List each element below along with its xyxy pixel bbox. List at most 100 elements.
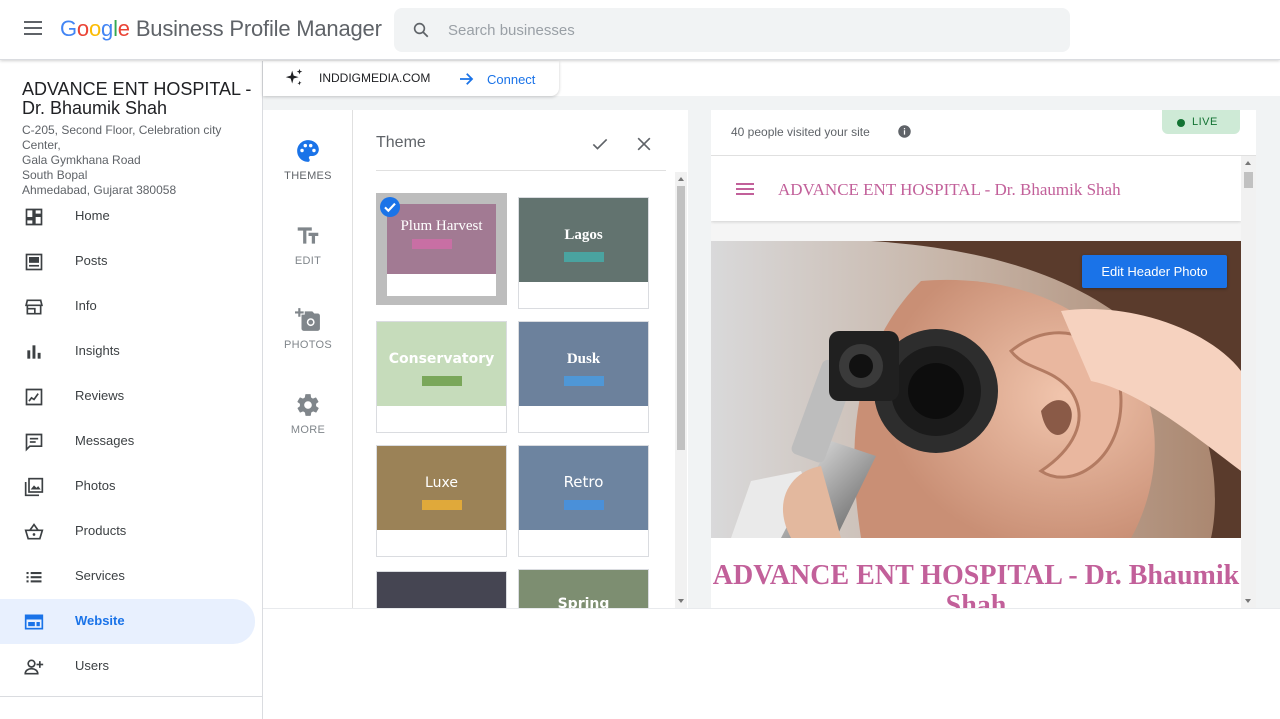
sidebar-item-website[interactable]: Website [0,599,255,644]
rate-review-icon [25,388,43,406]
sidebar-item-label: Insights [75,343,120,358]
theme-card-luxe[interactable]: Luxe [376,445,507,557]
live-dot-icon [1177,119,1185,127]
theme-accent-bar [412,239,452,249]
tool-more[interactable]: MORE [263,392,353,436]
list-icon [26,572,42,583]
live-status-badge: LIVE [1162,110,1240,134]
tool-label: THEMES [284,170,332,182]
sidebar-item-reviews[interactable]: Reviews [0,374,255,419]
site-title: ADVANCE ENT HOSPITAL - Dr. Bhaumik Shah [778,180,1121,199]
business-name: ADVANCE ENT HOSPITAL - Dr. Bhaumik Shah [22,79,252,118]
scroll-up-icon[interactable] [1245,161,1251,165]
theme-card-dusk[interactable]: Dusk [518,321,649,433]
theme-card-spring[interactable]: Spring [518,569,649,608]
sidebar-divider [0,696,263,697]
sidebar-item-home[interactable]: Home [0,194,255,239]
theme-card-conservatory[interactable]: Conservatory [376,321,507,433]
chat-icon [25,433,43,452]
panel-divider [376,170,666,171]
scrollbar-thumb[interactable] [1244,172,1253,188]
theme-card-footer [387,274,496,296]
search-input[interactable] [448,8,1048,52]
main-menu-icon[interactable] [24,21,42,35]
gear-icon [297,394,319,416]
sparkle-icon [285,68,303,86]
connect-label: Connect [487,72,536,87]
person-add-icon [24,659,44,675]
site-preview-frame: ADVANCE ENT HOSPITAL - Dr. Bhaumik Shah [711,156,1241,608]
sidebar-item-services[interactable]: Services [0,554,255,599]
scroll-down-icon[interactable] [1245,599,1251,603]
top-app-bar: Google Business Profile Manager [0,0,1280,60]
theme-card-lagos[interactable]: Lagos [518,197,649,309]
scroll-up-icon[interactable] [678,177,684,181]
logo-letter: e [117,16,130,41]
sidebar-item-info[interactable]: Info [0,284,255,329]
photo-library-icon [24,477,44,497]
theme-card-retro[interactable]: Retro [518,445,649,557]
sidebar-item-label: Services [75,568,125,583]
preview-scrollbar[interactable] [1241,156,1256,608]
sidebar-item-products[interactable]: Products [0,509,255,554]
add-photo-icon [295,308,320,331]
sidebar-item-messages[interactable]: Messages [0,419,255,464]
domain-connect-bar: INDDIGMEDIA.COM Connect [263,61,559,96]
sidebar-item-label: Reviews [75,388,125,403]
theme-name: Lagos [564,227,603,243]
theme-accent-bar [422,500,462,510]
search-box[interactable] [394,8,1070,52]
visits-count: 40 people visited your site [731,125,870,139]
page-bottom-area [263,608,1280,719]
theme-name: Plum Harvest [400,218,483,234]
sidebar-item-label: Users [75,658,109,673]
sidebar-item-label: Messages [75,433,135,448]
theme-panel: Theme Plum Harvest Lagos Conservatory Du… [353,110,688,608]
tool-edit[interactable]: EDIT [263,223,353,267]
panel-title: Theme [376,134,426,151]
sidebar-nav: Home Posts Info Insights Reviews Message… [0,194,263,689]
website-preview: 40 people visited your site LIVE ADVANCE… [711,110,1256,608]
sidebar: ADVANCE ENT HOSPITAL - Dr. Bhaumik Shah … [0,61,263,719]
tool-label: PHOTOS [283,339,333,351]
logo-letter: o [76,16,89,41]
close-icon[interactable] [634,134,654,154]
site-menu-icon[interactable] [736,183,754,195]
store-icon [25,299,43,315]
tool-photos[interactable]: PHOTOS [263,307,353,351]
tool-themes[interactable]: THEMES [263,138,353,182]
scroll-down-icon[interactable] [678,599,684,603]
edit-header-photo-button[interactable]: Edit Header Photo [1082,255,1227,288]
search-icon[interactable] [412,21,430,39]
theme-name: Retro [563,473,604,491]
theme-card-dark[interactable] [376,571,507,608]
theme-name: Luxe [425,475,458,491]
theme-list-scrollbar[interactable] [675,172,687,608]
selected-check-icon [380,197,400,217]
check-icon[interactable] [590,134,610,154]
sidebar-item-label: Website [75,613,125,628]
logo-letter: G [60,16,77,41]
sidebar-item-users[interactable]: Users [0,644,255,689]
editor-tools-rail: THEMES EDIT PHOTOS MORE [263,110,353,608]
theme-accent-bar [564,376,604,386]
info-icon[interactable] [897,124,912,139]
tool-label: EDIT [294,255,322,267]
sidebar-item-label: Posts [75,253,108,268]
scrollbar-thumb[interactable] [677,186,685,450]
sidebar-item-posts[interactable]: Posts [0,239,255,284]
site-hero-title: ADVANCE ENT HOSPITAL - Dr. Bhaumik Shah [711,561,1241,608]
domain-name: INDDIGMEDIA.COM [319,71,431,85]
live-label: LIVE [1192,116,1218,128]
product-logo[interactable]: Google Business Profile Manager [60,16,382,42]
sidebar-item-label: Products [75,523,127,538]
sidebar-item-insights[interactable]: Insights [0,329,255,374]
sidebar-item-label: Home [75,208,110,223]
business-address: C-205, Second Floor, Celebration city Ce… [22,123,222,197]
theme-name: Spring [557,596,610,608]
theme-name: Conservatory [388,351,495,367]
sidebar-item-label: Photos [75,478,116,493]
sidebar-item-photos[interactable]: Photos [0,464,255,509]
theme-card-plum-harvest[interactable]: Plum Harvest [376,193,507,305]
theme-swatch [377,572,506,608]
